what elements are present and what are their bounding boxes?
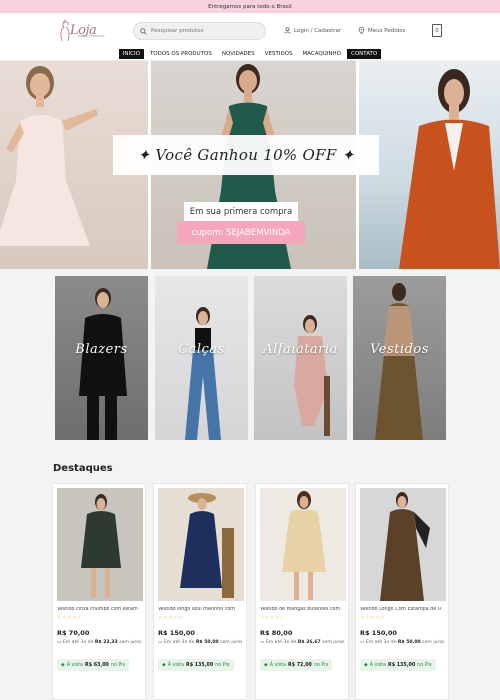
nav-item-inicio[interactable]: INICIO <box>118 48 144 59</box>
section-title: Destaques <box>53 463 113 474</box>
hero-subtitle: Em sua primera compra <box>184 202 298 222</box>
announcement-bar: Entregamos para todo o Brasil <box>0 0 500 13</box>
cart-count: 0 <box>435 27 439 34</box>
login-label: Login / Cadastrar <box>294 27 342 34</box>
product-image[interactable] <box>360 488 446 601</box>
site-header: Loja Moda Feminina Login / Cadastrar Meu… <box>0 13 500 47</box>
product-card[interactable]: Vestido cinza chumbo com estam ☆☆☆☆☆ R$ … <box>52 483 146 700</box>
hero-photo-orange-blazer <box>359 61 500 269</box>
nav-item-vestidos[interactable]: VESTIDOS <box>261 49 297 59</box>
product-price: R$ 70,00 <box>57 629 90 637</box>
product-price: R$ 80,00 <box>260 629 293 637</box>
coupon-badge[interactable]: cupom: SEJABEMVINDA <box>177 221 305 244</box>
category-label: Vestidos <box>370 342 429 357</box>
product-card[interactable]: Vestido Longo Com Estampa de O ☆☆☆☆☆ R$ … <box>355 483 449 700</box>
pix-icon: ◆ <box>61 662 65 668</box>
installment-info: ▭ Em até 3x de R$ 50,00 sem juros <box>360 640 445 645</box>
pix-badge: ◆ À vista R$ 72,00 no Pix <box>260 659 333 671</box>
category-calcas[interactable]: Calças <box>155 276 248 440</box>
installment-info: ▭ Em até 3x de R$ 26,67 sem juros <box>260 640 345 645</box>
category-blazers[interactable]: Blazers <box>55 276 148 440</box>
product-image[interactable] <box>260 488 346 601</box>
category-vestidos[interactable]: Vestidos <box>353 276 446 440</box>
pix-icon: ◆ <box>162 662 166 668</box>
category-label: Calças <box>178 342 225 357</box>
logo-tagline: Moda Feminina <box>78 34 105 38</box>
rating-stars: ☆☆☆☆☆ <box>158 615 183 621</box>
installment-info: ▭ Em até 3x de R$ 50,00 sem juros <box>158 640 243 645</box>
product-name[interactable]: Vestido cinza chumbo com estam <box>57 607 145 612</box>
category-grid: Blazers Calças Alfaiataria Vestidos <box>0 270 500 450</box>
nav-item-todos-produtos[interactable]: TODOS OS PRODUTOS <box>146 49 216 59</box>
main-nav: INICIO TODOS OS PRODUTOS NOVIDADES VESTI… <box>0 47 500 61</box>
category-label: Alfaiataria <box>263 342 338 357</box>
pix-icon: ◆ <box>264 662 268 668</box>
user-icon <box>284 27 291 34</box>
product-name[interactable]: Vestido de mangas bufantes com <box>260 607 348 612</box>
category-vestidos-photo <box>375 283 423 440</box>
category-alfaiataria[interactable]: Alfaiataria <box>254 276 347 440</box>
search-icon <box>140 27 147 35</box>
product-name[interactable]: Vestido Longo Com Estampa de O <box>360 607 448 612</box>
search-box[interactable] <box>133 22 266 40</box>
logo[interactable]: Loja Moda Feminina <box>56 17 105 45</box>
nav-item-macaquinho[interactable]: MACAQUINHO <box>299 49 345 59</box>
nav-item-novidades[interactable]: NOVIDADES <box>218 49 259 59</box>
category-calcas-photo <box>185 307 221 440</box>
orders-label: Meus Pedidos <box>368 27 406 34</box>
pix-badge: ◆ À vista R$ 63,00 no Pix <box>57 659 130 671</box>
cart-button[interactable]: 0 <box>432 24 442 37</box>
pix-icon: ◆ <box>364 662 368 668</box>
rating-stars: ☆☆☆☆☆ <box>57 615 82 621</box>
hero-title: ✦ Você Ganhou 10% OFF ✦ <box>113 135 379 175</box>
rating-stars: ☆☆☆☆☆ <box>360 615 385 621</box>
category-alfaiataria-photo <box>294 315 330 436</box>
product-price: R$ 150,00 <box>360 629 397 637</box>
login-link[interactable]: Login / Cadastrar <box>284 27 341 34</box>
product-image[interactable] <box>158 488 244 601</box>
product-name[interactable]: Vestido longo azul marinho com <box>158 607 246 612</box>
product-card[interactable]: Vestido de mangas bufantes com ☆☆☆☆☆ R$ … <box>255 483 349 700</box>
rating-stars: ☆☆☆☆☆ <box>260 615 285 621</box>
pix-badge: ◆ À vista R$ 135,00 no Pix <box>158 659 234 671</box>
product-card[interactable]: Vestido longo azul marinho com ☆☆☆☆☆ R$ … <box>153 483 247 700</box>
pix-badge: ◆ À vista R$ 135,00 no Pix <box>360 659 436 671</box>
category-blazers-photo <box>79 288 127 440</box>
product-price: R$ 150,00 <box>158 629 195 637</box>
orders-link[interactable]: Meus Pedidos <box>358 27 405 34</box>
product-image[interactable] <box>57 488 143 601</box>
nav-item-contato[interactable]: CONTATO <box>347 48 382 59</box>
category-label: Blazers <box>75 342 128 357</box>
installment-info: ▭ Em até 3x de R$ 23,33 sem juros <box>57 640 142 645</box>
location-pin-icon <box>358 27 365 34</box>
search-input[interactable] <box>151 28 251 34</box>
announcement-text: Entregamos para todo o Brasil <box>208 3 292 10</box>
